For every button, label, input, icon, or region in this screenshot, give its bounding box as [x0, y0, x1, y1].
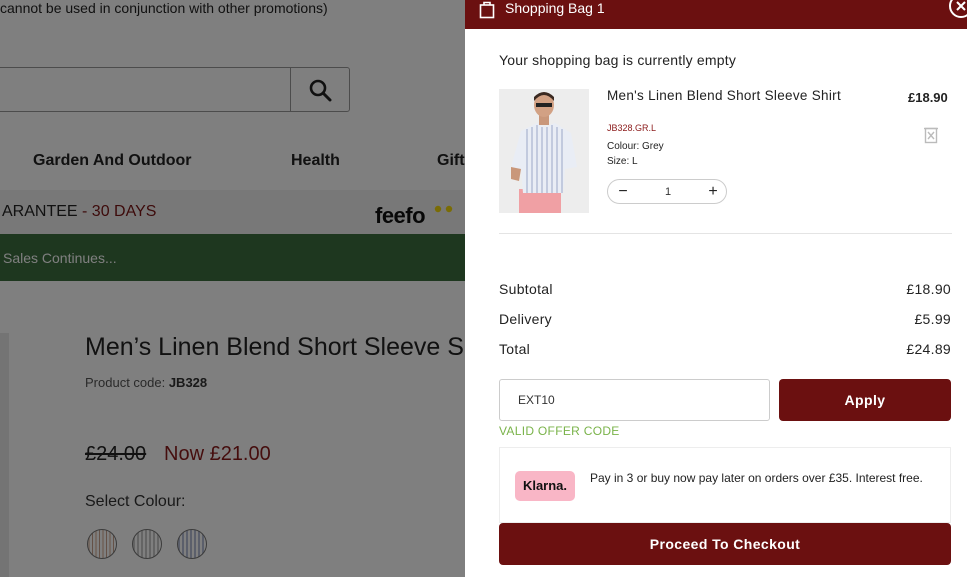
klarna-text: Pay in 3 or buy now pay later on orders …: [590, 471, 923, 485]
total-label: Total: [499, 341, 531, 357]
item-size: Size: L: [607, 156, 638, 167]
quantity-decrease-button[interactable]: −: [616, 183, 630, 200]
divider: [499, 233, 952, 234]
quantity-value[interactable]: 1: [660, 186, 676, 198]
trash-icon: [924, 127, 938, 144]
delivery-value: £5.99: [914, 311, 951, 327]
subtotal-label: Subtotal: [499, 281, 553, 297]
item-name[interactable]: Men's Linen Blend Short Sleeve Shirt: [607, 89, 847, 103]
item-sku: JB328.GR.L: [607, 123, 657, 133]
apply-button[interactable]: Apply: [779, 379, 951, 421]
close-button[interactable]: [949, 0, 967, 18]
quantity-increase-button[interactable]: +: [706, 183, 720, 200]
item-price: £18.90: [908, 90, 948, 105]
total-value: £24.89: [906, 341, 951, 357]
promo-code-input[interactable]: [499, 379, 770, 421]
subtotal-value: £18.90: [906, 281, 951, 297]
delivery-label: Delivery: [499, 311, 552, 327]
checkout-button[interactable]: Proceed To Checkout: [499, 523, 951, 565]
remove-item-button[interactable]: [923, 126, 939, 144]
drawer-title: Shopping Bag 1: [505, 0, 605, 16]
item-colour: Colour: Grey: [607, 141, 664, 152]
quantity-stepper: − 1 +: [607, 179, 727, 204]
close-icon: [956, 1, 966, 11]
shopping-bag-drawer: Shopping Bag 1 Your shopping bag is curr…: [465, 0, 967, 577]
product-thumbnail[interactable]: [499, 89, 589, 213]
drawer-header: Shopping Bag 1: [465, 0, 967, 29]
shirt-model-image: [499, 89, 589, 213]
klarna-banner: Klarna. Pay in 3 or buy now pay later on…: [499, 447, 951, 523]
shopping-bag-icon: [479, 1, 495, 19]
page-overlay[interactable]: [0, 0, 465, 577]
promo-status: VALID OFFER CODE: [499, 424, 620, 438]
empty-bag-message: Your shopping bag is currently empty: [499, 52, 737, 68]
klarna-logo: Klarna.: [515, 471, 575, 501]
